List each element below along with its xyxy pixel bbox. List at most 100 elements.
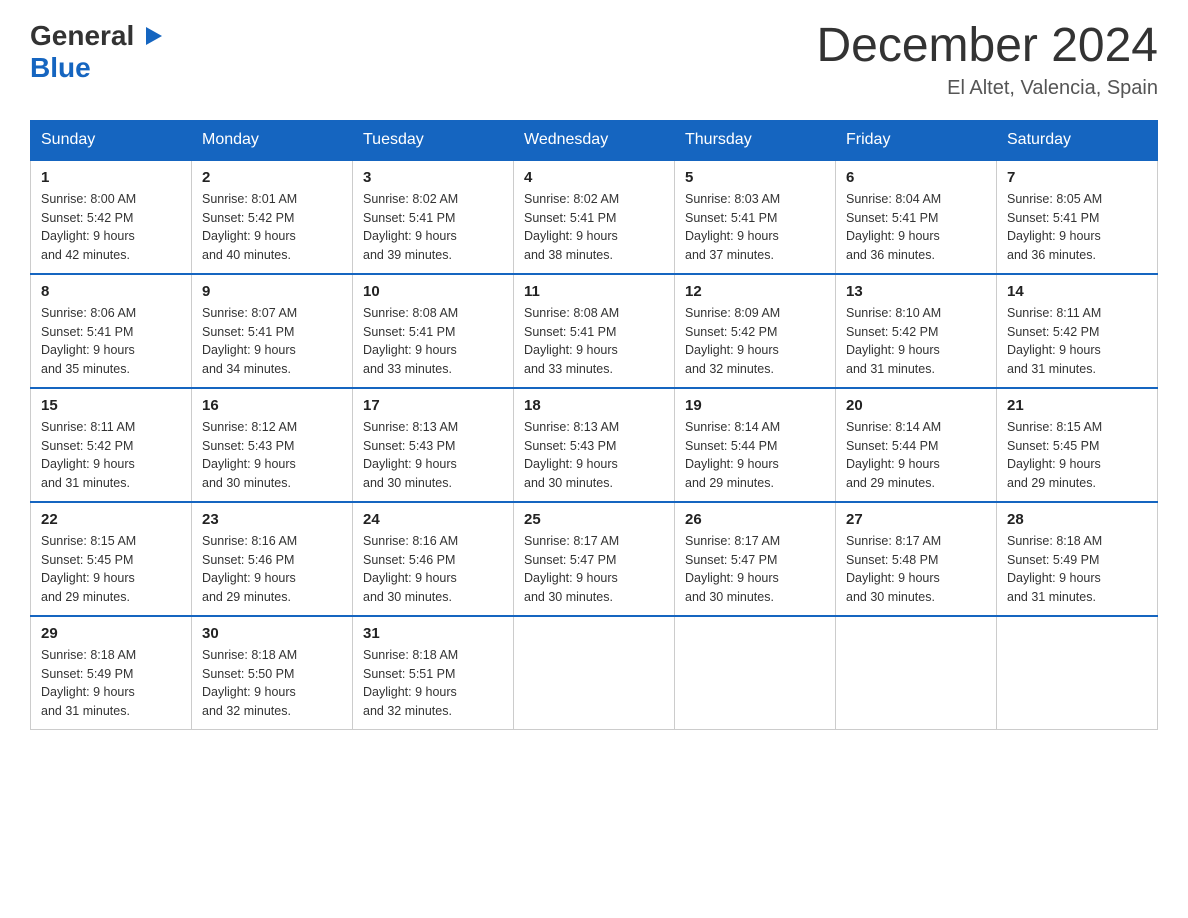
calendar-cell: 21 Sunrise: 8:15 AMSunset: 5:45 PMDaylig… [997,388,1158,502]
calendar-cell: 5 Sunrise: 8:03 AMSunset: 5:41 PMDayligh… [675,160,836,274]
week-row-4: 22 Sunrise: 8:15 AMSunset: 5:45 PMDaylig… [31,502,1158,616]
day-info: Sunrise: 8:17 AMSunset: 5:47 PMDaylight:… [524,532,664,607]
calendar-cell [836,616,997,730]
day-number: 8 [41,283,181,300]
calendar-cell: 23 Sunrise: 8:16 AMSunset: 5:46 PMDaylig… [192,502,353,616]
day-number: 26 [685,511,825,528]
calendar-cell [514,616,675,730]
calendar-cell: 7 Sunrise: 8:05 AMSunset: 5:41 PMDayligh… [997,160,1158,274]
calendar-cell: 26 Sunrise: 8:17 AMSunset: 5:47 PMDaylig… [675,502,836,616]
day-info: Sunrise: 8:15 AMSunset: 5:45 PMDaylight:… [41,532,181,607]
day-number: 25 [524,511,664,528]
calendar-cell: 8 Sunrise: 8:06 AMSunset: 5:41 PMDayligh… [31,274,192,388]
day-info: Sunrise: 8:15 AMSunset: 5:45 PMDaylight:… [1007,418,1147,493]
calendar-cell: 15 Sunrise: 8:11 AMSunset: 5:42 PMDaylig… [31,388,192,502]
day-number: 10 [363,283,503,300]
calendar-cell: 16 Sunrise: 8:12 AMSunset: 5:43 PMDaylig… [192,388,353,502]
calendar-table: SundayMondayTuesdayWednesdayThursdayFrid… [30,120,1158,730]
calendar-cell: 6 Sunrise: 8:04 AMSunset: 5:41 PMDayligh… [836,160,997,274]
day-number: 4 [524,169,664,186]
day-number: 21 [1007,397,1147,414]
day-number: 3 [363,169,503,186]
week-row-3: 15 Sunrise: 8:11 AMSunset: 5:42 PMDaylig… [31,388,1158,502]
day-number: 24 [363,511,503,528]
header-row: SundayMondayTuesdayWednesdayThursdayFrid… [31,120,1158,160]
day-info: Sunrise: 8:01 AMSunset: 5:42 PMDaylight:… [202,190,342,265]
day-info: Sunrise: 8:06 AMSunset: 5:41 PMDaylight:… [41,304,181,379]
day-info: Sunrise: 8:13 AMSunset: 5:43 PMDaylight:… [363,418,503,493]
calendar-cell: 4 Sunrise: 8:02 AMSunset: 5:41 PMDayligh… [514,160,675,274]
day-number: 19 [685,397,825,414]
day-info: Sunrise: 8:07 AMSunset: 5:41 PMDaylight:… [202,304,342,379]
month-title: December 2024 [816,20,1158,73]
calendar-cell: 22 Sunrise: 8:15 AMSunset: 5:45 PMDaylig… [31,502,192,616]
day-info: Sunrise: 8:02 AMSunset: 5:41 PMDaylight:… [524,190,664,265]
calendar-cell: 28 Sunrise: 8:18 AMSunset: 5:49 PMDaylig… [997,502,1158,616]
day-number: 5 [685,169,825,186]
calendar-body: 1 Sunrise: 8:00 AMSunset: 5:42 PMDayligh… [31,160,1158,730]
day-number: 2 [202,169,342,186]
calendar-cell: 17 Sunrise: 8:13 AMSunset: 5:43 PMDaylig… [353,388,514,502]
day-number: 20 [846,397,986,414]
day-number: 18 [524,397,664,414]
calendar-cell: 11 Sunrise: 8:08 AMSunset: 5:41 PMDaylig… [514,274,675,388]
week-row-1: 1 Sunrise: 8:00 AMSunset: 5:42 PMDayligh… [31,160,1158,274]
calendar-cell: 14 Sunrise: 8:11 AMSunset: 5:42 PMDaylig… [997,274,1158,388]
day-number: 6 [846,169,986,186]
calendar-cell [997,616,1158,730]
day-number: 23 [202,511,342,528]
week-row-2: 8 Sunrise: 8:06 AMSunset: 5:41 PMDayligh… [31,274,1158,388]
day-number: 14 [1007,283,1147,300]
day-number: 13 [846,283,986,300]
calendar-cell: 19 Sunrise: 8:14 AMSunset: 5:44 PMDaylig… [675,388,836,502]
day-info: Sunrise: 8:18 AMSunset: 5:49 PMDaylight:… [1007,532,1147,607]
calendar-cell: 2 Sunrise: 8:01 AMSunset: 5:42 PMDayligh… [192,160,353,274]
calendar-cell: 1 Sunrise: 8:00 AMSunset: 5:42 PMDayligh… [31,160,192,274]
day-number: 17 [363,397,503,414]
day-number: 31 [363,625,503,642]
day-number: 30 [202,625,342,642]
day-number: 7 [1007,169,1147,186]
day-info: Sunrise: 8:05 AMSunset: 5:41 PMDaylight:… [1007,190,1147,265]
calendar-cell: 20 Sunrise: 8:14 AMSunset: 5:44 PMDaylig… [836,388,997,502]
header-day-wednesday: Wednesday [514,120,675,160]
calendar-cell: 18 Sunrise: 8:13 AMSunset: 5:43 PMDaylig… [514,388,675,502]
day-number: 27 [846,511,986,528]
day-info: Sunrise: 8:18 AMSunset: 5:51 PMDaylight:… [363,646,503,721]
day-number: 16 [202,397,342,414]
header-day-saturday: Saturday [997,120,1158,160]
title-section: December 2024 El Altet, Valencia, Spain [816,20,1158,100]
header-day-sunday: Sunday [31,120,192,160]
day-info: Sunrise: 8:17 AMSunset: 5:47 PMDaylight:… [685,532,825,607]
calendar-cell: 25 Sunrise: 8:17 AMSunset: 5:47 PMDaylig… [514,502,675,616]
day-info: Sunrise: 8:11 AMSunset: 5:42 PMDaylight:… [1007,304,1147,379]
day-info: Sunrise: 8:17 AMSunset: 5:48 PMDaylight:… [846,532,986,607]
day-info: Sunrise: 8:18 AMSunset: 5:50 PMDaylight:… [202,646,342,721]
day-info: Sunrise: 8:08 AMSunset: 5:41 PMDaylight:… [363,304,503,379]
calendar-cell: 10 Sunrise: 8:08 AMSunset: 5:41 PMDaylig… [353,274,514,388]
calendar-cell: 27 Sunrise: 8:17 AMSunset: 5:48 PMDaylig… [836,502,997,616]
calendar-cell: 12 Sunrise: 8:09 AMSunset: 5:42 PMDaylig… [675,274,836,388]
calendar-cell [675,616,836,730]
day-number: 11 [524,283,664,300]
page-header: General Blue December 2024 El Altet, Val… [30,20,1158,100]
calendar-cell: 13 Sunrise: 8:10 AMSunset: 5:42 PMDaylig… [836,274,997,388]
calendar-cell: 30 Sunrise: 8:18 AMSunset: 5:50 PMDaylig… [192,616,353,730]
week-row-5: 29 Sunrise: 8:18 AMSunset: 5:49 PMDaylig… [31,616,1158,730]
day-info: Sunrise: 8:14 AMSunset: 5:44 PMDaylight:… [685,418,825,493]
day-number: 1 [41,169,181,186]
header-day-friday: Friday [836,120,997,160]
calendar-cell: 24 Sunrise: 8:16 AMSunset: 5:46 PMDaylig… [353,502,514,616]
logo-triangle-icon [146,27,162,45]
header-day-thursday: Thursday [675,120,836,160]
day-number: 9 [202,283,342,300]
calendar-cell: 3 Sunrise: 8:02 AMSunset: 5:41 PMDayligh… [353,160,514,274]
logo: General Blue [30,20,146,84]
day-number: 29 [41,625,181,642]
day-info: Sunrise: 8:13 AMSunset: 5:43 PMDaylight:… [524,418,664,493]
day-number: 28 [1007,511,1147,528]
location-subtitle: El Altet, Valencia, Spain [816,77,1158,100]
day-info: Sunrise: 8:09 AMSunset: 5:42 PMDaylight:… [685,304,825,379]
calendar-cell: 31 Sunrise: 8:18 AMSunset: 5:51 PMDaylig… [353,616,514,730]
day-info: Sunrise: 8:02 AMSunset: 5:41 PMDaylight:… [363,190,503,265]
